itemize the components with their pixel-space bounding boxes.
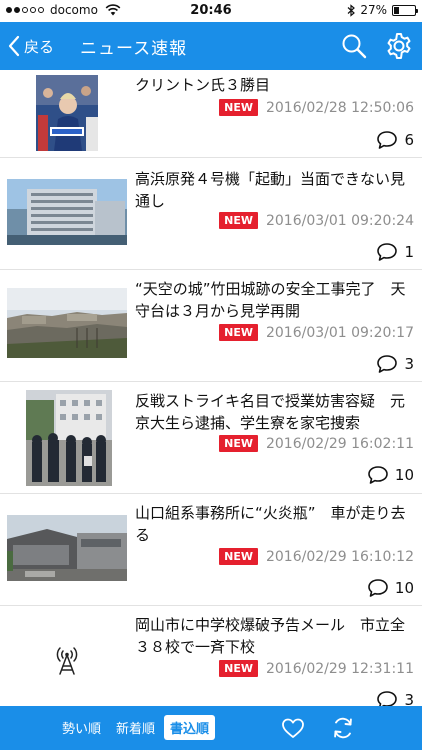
refresh-icon[interactable] <box>330 715 356 741</box>
news-item[interactable]: 高浜原発４号機「起動」当面できない見通し NEW 2016/03/01 09:2… <box>0 158 422 270</box>
news-datetime: 2016/02/29 16:10:12 <box>265 548 414 565</box>
comment-count: 10 <box>394 466 414 484</box>
back-label: 戻る <box>24 37 55 56</box>
new-badge: NEW <box>219 660 258 677</box>
page-title: ニュース速報 <box>80 39 188 59</box>
comment-count-button[interactable]: 6 <box>376 130 414 150</box>
comment-count-button[interactable]: 1 <box>376 242 414 262</box>
bluetooth-icon <box>347 3 356 17</box>
thumbnail-castle-ruins <box>7 288 127 358</box>
tab-comment-order[interactable]: 書込順 <box>164 715 216 740</box>
bottom-tab-bar: 勢い順 新着順 書込順 <box>0 706 422 750</box>
news-title: 高浜原発４号機「起動」当面できない見通し <box>135 170 406 210</box>
speech-bubble-icon <box>377 691 398 706</box>
news-title: “天空の城”竹田城跡の安全工事完了 天守台は３月から見学再開 <box>135 280 406 320</box>
news-item[interactable]: 山口組系事務所に“火炎瓶” 車が走り去る NEW 2016/02/29 16:1… <box>0 494 422 606</box>
news-meta: NEW 2016/03/01 09:20:17 <box>219 324 414 341</box>
thumbnail-power-plant <box>7 179 127 245</box>
comment-count-button[interactable]: 3 <box>376 690 414 706</box>
speech-bubble-icon <box>368 579 388 597</box>
news-meta: NEW 2016/02/28 12:50:06 <box>219 99 414 116</box>
thumbnail-building-street <box>7 515 127 581</box>
news-meta: NEW 2016/02/29 16:02:11 <box>219 435 414 452</box>
heart-icon[interactable] <box>281 716 305 740</box>
news-meta: NEW 2016/03/01 09:20:24 <box>219 212 414 229</box>
speech-bubble-icon <box>377 131 398 149</box>
speech-bubble-icon <box>377 355 398 373</box>
back-button[interactable]: 戻る <box>8 31 54 61</box>
chevron-left-icon <box>8 35 20 57</box>
thumbnail-clinton-rally <box>36 75 98 151</box>
news-list[interactable]: クリントン氏３勝目 NEW 2016/02/28 12:50:06 6 高浜原発… <box>0 70 422 706</box>
navigation-bar: 戻る ニュース速報 <box>0 22 422 70</box>
comment-count: 3 <box>404 691 414 706</box>
comment-count: 3 <box>404 355 414 373</box>
speech-bubble-icon <box>377 243 398 261</box>
status-right: 27% <box>347 3 418 17</box>
news-item[interactable]: 岡山市に中学校爆破予告メール 市立全３８校で一斉下校 NEW 2016/02/2… <box>0 606 422 706</box>
news-item[interactable]: 反戦ストライキ名目で授業妨害容疑 元京大生ら逮捕、学生寮を家宅捜索 NEW 20… <box>0 382 422 494</box>
news-datetime: 2016/02/29 12:31:11 <box>265 660 414 677</box>
battery-level <box>394 6 400 14</box>
comment-count: 6 <box>404 131 414 149</box>
new-badge: NEW <box>219 99 258 116</box>
news-meta: NEW 2016/02/29 16:10:12 <box>219 548 414 565</box>
news-datetime: 2016/02/29 16:02:11 <box>265 435 414 452</box>
news-item[interactable]: “天空の城”竹田城跡の安全工事完了 天守台は３月から見学再開 NEW 2016/… <box>0 270 422 382</box>
news-title: 反戦ストライキ名目で授業妨害容疑 元京大生ら逮捕、学生寮を家宅捜索 <box>135 392 406 432</box>
comment-count: 1 <box>404 243 414 261</box>
tab-newest[interactable]: 新着順 <box>116 718 155 737</box>
speech-bubble-icon <box>368 466 388 484</box>
news-datetime: 2016/02/28 12:50:06 <box>265 99 414 116</box>
new-badge: NEW <box>219 212 258 229</box>
news-datetime: 2016/03/01 09:20:24 <box>265 212 414 229</box>
gear-icon[interactable] <box>384 31 414 61</box>
new-badge: NEW <box>219 324 258 341</box>
news-title: クリントン氏３勝目 <box>135 76 271 94</box>
battery-percent: 27% <box>360 3 387 17</box>
new-badge: NEW <box>219 548 258 565</box>
battery-icon <box>392 4 418 16</box>
news-title: 岡山市に中学校爆破予告メール 市立全３８校で一斉下校 <box>135 616 406 656</box>
news-meta: NEW 2016/02/29 12:31:11 <box>219 660 414 677</box>
comment-count-button[interactable]: 3 <box>376 354 414 374</box>
search-icon[interactable] <box>340 32 368 60</box>
antenna-icon <box>56 647 78 675</box>
new-badge: NEW <box>219 435 258 452</box>
thumbnail-police-crowd <box>26 390 112 486</box>
news-datetime: 2016/03/01 09:20:17 <box>265 324 414 341</box>
tab-momentum[interactable]: 勢い順 <box>62 718 101 737</box>
comment-count-button[interactable]: 10 <box>367 578 414 598</box>
news-item[interactable]: クリントン氏３勝目 NEW 2016/02/28 12:50:06 6 <box>0 70 422 158</box>
news-title: 山口組系事務所に“火炎瓶” 車が走り去る <box>135 504 406 544</box>
status-bar: docomo 20:46 27% <box>0 0 422 22</box>
comment-count-button[interactable]: 10 <box>367 465 414 485</box>
comment-count: 10 <box>394 579 414 597</box>
